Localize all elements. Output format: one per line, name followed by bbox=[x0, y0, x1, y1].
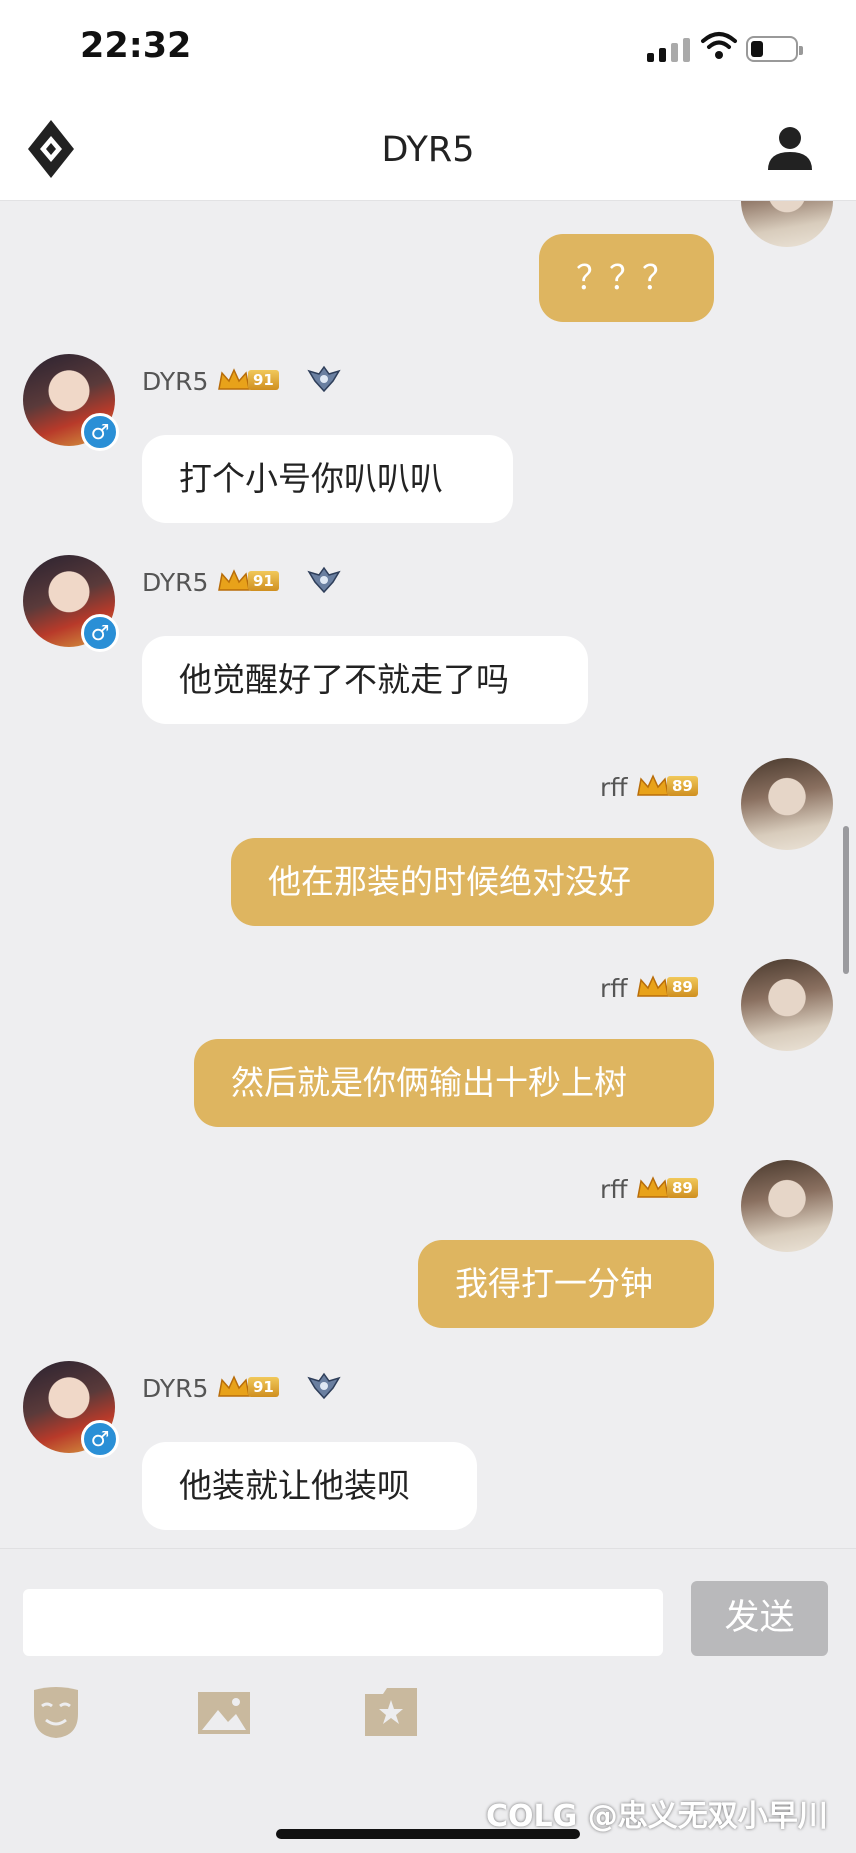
avatar-rff[interactable] bbox=[741, 959, 833, 1051]
message-bubble[interactable]: 他在那装的时候绝对没好 bbox=[231, 838, 714, 926]
sticker-icon[interactable] bbox=[363, 1684, 419, 1740]
rank-emblem-icon bbox=[307, 566, 341, 594]
sender-name: rff bbox=[600, 773, 628, 802]
emoji-mask-icon[interactable] bbox=[28, 1684, 84, 1740]
sender-name: rff bbox=[600, 1175, 628, 1204]
crown-icon bbox=[637, 1176, 669, 1198]
avatar-rff[interactable] bbox=[741, 201, 833, 247]
cellular-signal-icon bbox=[647, 36, 693, 62]
composer-bar: 发送 COLG @忠义无双小早川 bbox=[0, 1548, 856, 1853]
level-badge: 91 bbox=[216, 367, 279, 393]
status-time: 22:32 bbox=[80, 26, 192, 66]
message-bubble[interactable]: 打个小号你叭叭叭 bbox=[142, 435, 513, 523]
level-badge: 89 bbox=[635, 1175, 698, 1201]
profile-icon[interactable] bbox=[766, 124, 814, 172]
message-bubble[interactable]: 然后就是你俩输出十秒上树 bbox=[194, 1039, 714, 1127]
battery-icon bbox=[746, 36, 803, 62]
page-title: DYR5 bbox=[381, 130, 475, 170]
sender-name: rff bbox=[600, 974, 628, 1003]
rank-emblem-icon bbox=[307, 1372, 341, 1400]
level-badge: 91 bbox=[216, 1374, 279, 1400]
sender-name: DYR5 bbox=[142, 367, 209, 396]
level-badge: 89 bbox=[635, 974, 698, 1000]
avatar-rff[interactable] bbox=[741, 1160, 833, 1252]
message-bubble[interactable]: 他装就让他装呗 bbox=[142, 1442, 477, 1530]
sender-name: DYR5 bbox=[142, 1374, 209, 1403]
male-gender-icon: ♂ bbox=[81, 1420, 119, 1458]
message-input[interactable] bbox=[23, 1589, 663, 1656]
crown-icon bbox=[637, 975, 669, 997]
home-indicator bbox=[276, 1829, 580, 1839]
message-bubble[interactable]: 他觉醒好了不就走了吗 bbox=[142, 636, 588, 724]
message-bubble[interactable]: 我得打一分钟 bbox=[418, 1240, 714, 1328]
level-badge: 89 bbox=[635, 773, 698, 799]
send-button[interactable]: 发送 bbox=[691, 1581, 828, 1656]
crown-icon bbox=[637, 774, 669, 796]
scrollbar[interactable] bbox=[843, 826, 849, 974]
male-gender-icon: ♂ bbox=[81, 413, 119, 451]
crown-icon bbox=[218, 368, 250, 390]
image-icon[interactable] bbox=[196, 1684, 252, 1740]
chat-message-list[interactable]: ？？？ ♂ DYR5 91 打个小号你叭叭叭 ♂ DYR5 91 他觉醒好了不就… bbox=[0, 201, 856, 1548]
avatar-rff[interactable] bbox=[741, 758, 833, 850]
male-gender-icon: ♂ bbox=[81, 614, 119, 652]
sender-name: DYR5 bbox=[142, 568, 209, 597]
rank-emblem-icon bbox=[307, 365, 341, 393]
crown-icon bbox=[218, 569, 250, 591]
wifi-icon bbox=[701, 32, 737, 59]
top-bar: 22:32 DYR5 bbox=[0, 0, 856, 201]
message-bubble[interactable]: ？？？ bbox=[539, 234, 714, 322]
level-badge: 91 bbox=[216, 568, 279, 594]
crown-icon bbox=[218, 1375, 250, 1397]
